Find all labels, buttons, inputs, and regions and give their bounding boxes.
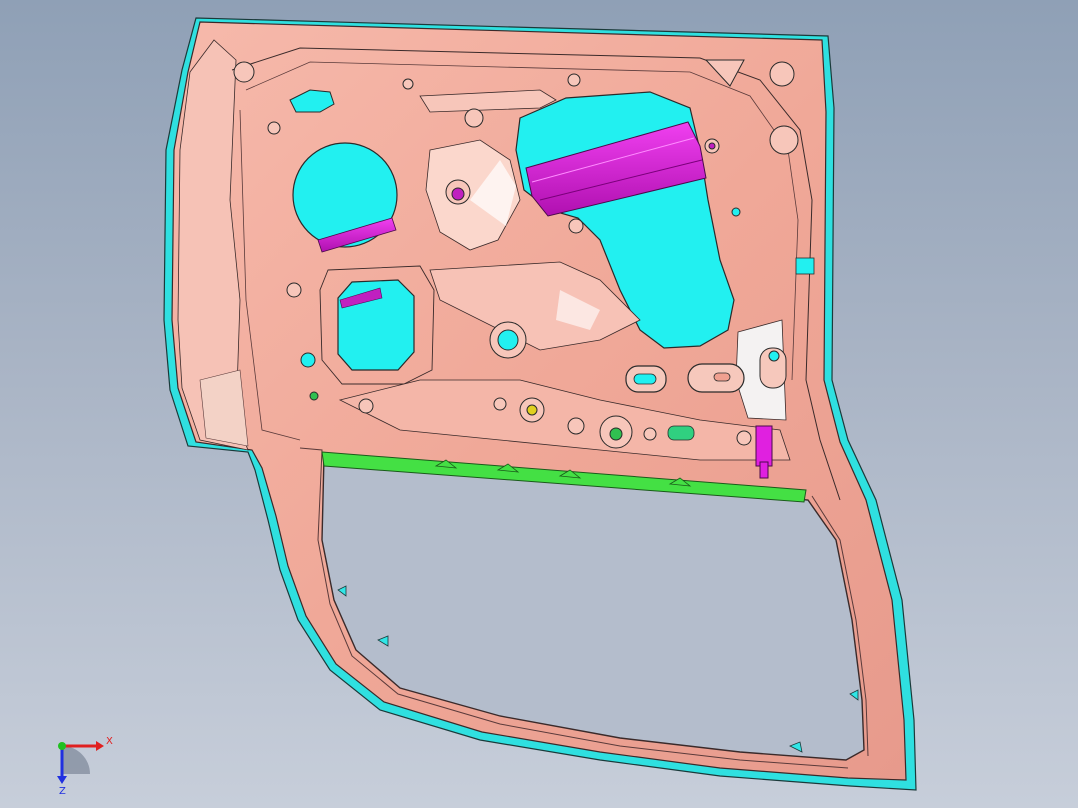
coordinate-triad: X Z (57, 736, 113, 797)
x-axis-label: X (106, 736, 113, 747)
cad-viewport[interactable]: X Z (0, 0, 1078, 808)
y-axis-icon (58, 742, 66, 750)
z-axis-label: Z (59, 786, 66, 797)
door-inner-panel-model[interactable] (0, 0, 1078, 808)
